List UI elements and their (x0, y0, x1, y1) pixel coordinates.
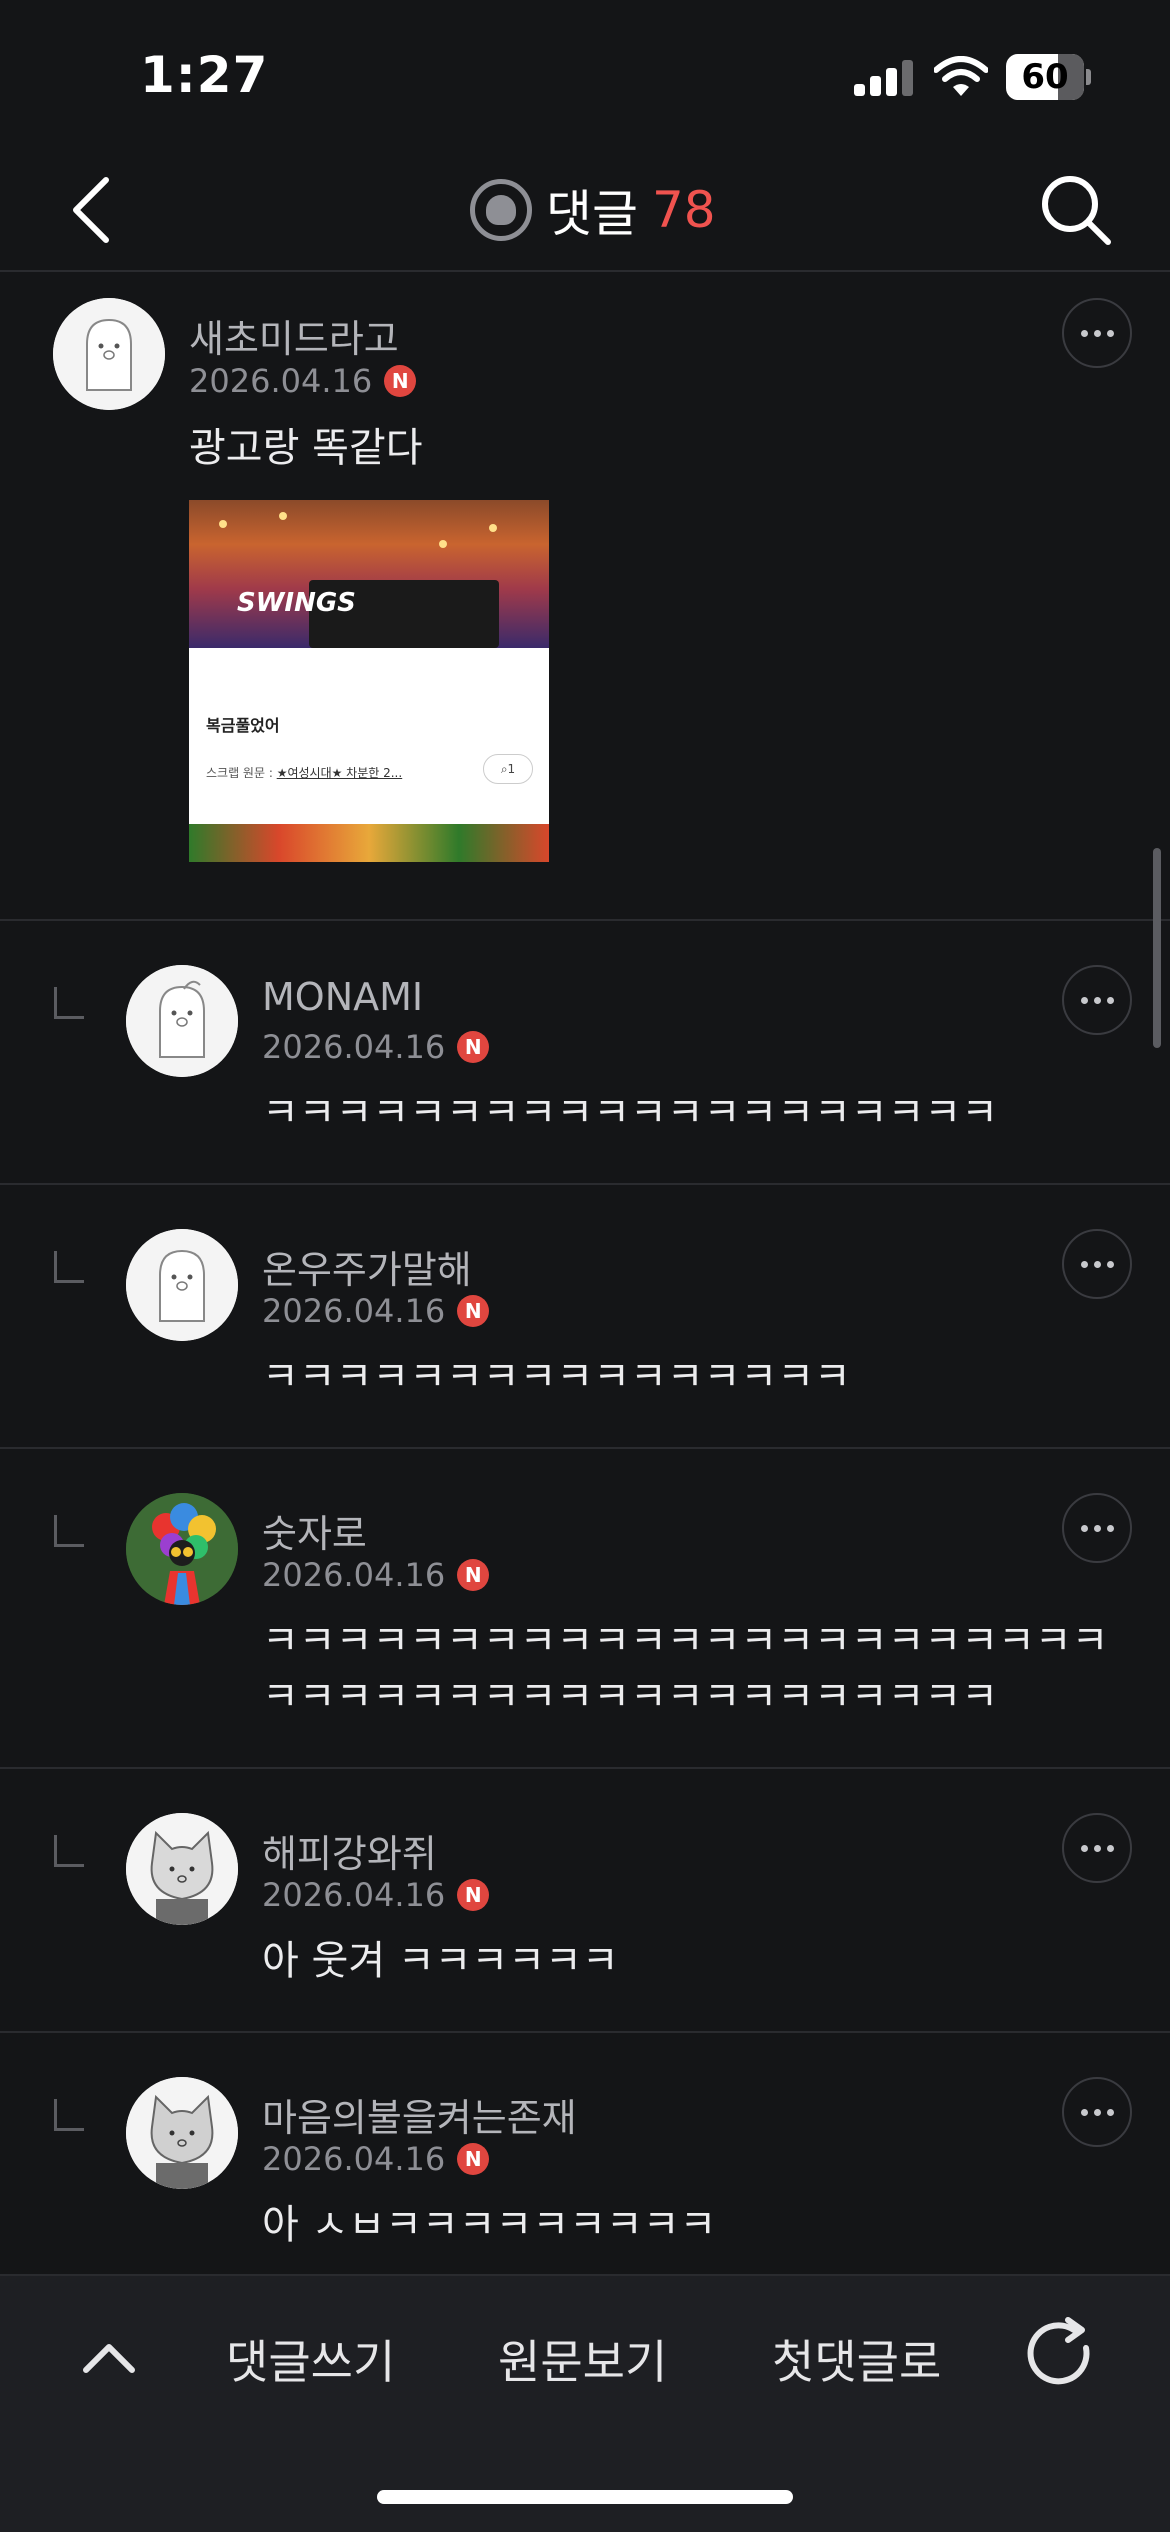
comment-date: 2026.04.16 (262, 2140, 446, 2178)
more-options-button[interactable] (1062, 2077, 1132, 2147)
avatar[interactable] (126, 1229, 238, 1341)
ghost-avatar-icon (126, 1229, 238, 1341)
status-time: 1:27 (140, 46, 269, 104)
view-original-button[interactable]: 원문보기 (498, 2326, 667, 2392)
comment-text: 광고랑 똑같다 (189, 425, 423, 471)
comment-date: 2026.04.16 (189, 362, 373, 400)
battery-icon: 60 (1006, 54, 1091, 100)
avatar[interactable] (126, 1813, 238, 1925)
comment-meta: 2026.04.16 N (189, 362, 417, 400)
reply-indent-icon (54, 1835, 84, 1867)
page-title: 댓글 (546, 185, 638, 243)
new-badge: N (457, 1879, 490, 1911)
reply-item: 해피강와쥐 2026.04.16 N 아 웃겨 ㅋㅋㅋㅋㅋㅋ (0, 1769, 1170, 2033)
comment-nickname[interactable]: 해피강와쥐 (262, 1823, 437, 1878)
home-indicator[interactable] (377, 2490, 793, 2504)
new-badge: N (384, 365, 417, 397)
comment-text: ㅋㅋㅋㅋㅋㅋㅋㅋㅋㅋㅋㅋㅋㅋㅋㅋㅋㅋㅋㅋ (262, 1090, 998, 1136)
reply-item: MONAMI 2026.04.16 N ㅋㅋㅋㅋㅋㅋㅋㅋㅋㅋㅋㅋㅋㅋㅋㅋㅋㅋㅋㅋ (0, 921, 1170, 1185)
attached-image[interactable]: SWINGS 복금풀었어 스크랩 원문 : ★여성시대★ 차분한 2... ⌕ 1 (189, 500, 549, 862)
reply-item: 숫자로 2026.04.16 N ㅋㅋㅋㅋㅋㅋㅋㅋㅋㅋㅋㅋㅋㅋㅋㅋㅋㅋㅋㅋㅋㅋㅋ… (0, 1449, 1170, 1769)
attachment-title: 복금풀었어 (206, 716, 280, 735)
reply-item: 마음의불을켜는존재 2026.04.16 N 아 ㅅㅂㅋㅋㅋㅋㅋㅋㅋㅋㅋ (0, 2033, 1170, 2274)
refresh-button[interactable] (1024, 2316, 1100, 2396)
cellular-signal-icon (854, 60, 914, 96)
ghost-avatar-icon (53, 298, 165, 410)
paperclip-icon: ⌕ (500, 761, 508, 776)
comment-text: 아 웃겨 ㅋㅋㅋㅋㅋㅋ (262, 1938, 619, 1984)
ghost-avatar-icon (126, 965, 238, 1077)
comment-text: ㅋㅋㅋㅋㅋㅋㅋㅋㅋㅋㅋㅋㅋㅋㅋㅋ (262, 1354, 851, 1400)
more-options-button[interactable] (1062, 1493, 1132, 1563)
cat-avatar-icon (126, 1813, 238, 1925)
first-comment-button[interactable]: 첫댓글로 (772, 2326, 941, 2392)
clip-count-badge: ⌕ 1 (483, 754, 533, 784)
avatar[interactable] (126, 965, 238, 1077)
status-bar: 1:27 60 (0, 0, 1170, 150)
scrap-link: ★여성시대★ 차분한 2... (276, 766, 403, 780)
new-badge: N (457, 1295, 490, 1327)
scrap-prefix: 스크랩 원문 : (206, 766, 277, 780)
comment-nickname[interactable]: 새초미드라고 (189, 308, 399, 363)
comment-count: 78 (652, 181, 716, 239)
comment-text: 아 ㅅㅂㅋㅋㅋㅋㅋㅋㅋㅋㅋ (262, 2202, 717, 2248)
new-badge: N (457, 2143, 490, 2175)
comment-text-line-2: ㅋㅋㅋㅋㅋㅋㅋㅋㅋㅋㅋㅋㅋㅋㅋㅋㅋㅋㅋㅋ (262, 1674, 998, 1720)
more-options-button[interactable] (1062, 965, 1132, 1035)
nav-header: 댓글 78 (0, 150, 1170, 272)
more-options-button[interactable] (1062, 298, 1132, 368)
scroll-top-button[interactable] (76, 2326, 142, 2392)
more-options-button[interactable] (1062, 1229, 1132, 1299)
wifi-icon (934, 56, 988, 96)
comment-meta: 2026.04.16 N (262, 2140, 490, 2178)
avatar[interactable] (126, 2077, 238, 2189)
colorful-figure-avatar-icon (126, 1493, 238, 1605)
write-comment-button[interactable]: 댓글쓰기 (226, 2326, 395, 2392)
comment-item: 새초미드라고 2026.04.16 N 광고랑 똑같다 SWINGS 복금풀었어… (0, 274, 1170, 921)
comment-nickname[interactable]: 숫자로 (262, 1503, 367, 1558)
comments-screen: 1:27 60 댓글 78 새초미드라고 2026.04.16 N 광고랑 똑같… (0, 0, 1170, 2532)
comment-text: ㅋㅋㅋㅋㅋㅋㅋㅋㅋㅋㅋㅋㅋㅋㅋㅋㅋㅋㅋㅋㅋㅋㅋ (262, 1618, 1109, 1664)
new-badge: N (457, 1559, 490, 1591)
cat-avatar-icon (126, 2077, 238, 2189)
comment-date: 2026.04.16 (262, 1876, 446, 1914)
comment-nickname[interactable]: MONAMI (262, 975, 423, 1019)
attachment-photo: SWINGS (189, 500, 549, 648)
avatar[interactable] (53, 298, 165, 410)
comment-meta: 2026.04.16 N (262, 1292, 490, 1330)
reply-indent-icon (54, 1515, 84, 1547)
comment-meta: 2026.04.16 N (262, 1028, 490, 1066)
reply-item: 온우주가말해 2026.04.16 N ㅋㅋㅋㅋㅋㅋㅋㅋㅋㅋㅋㅋㅋㅋㅋㅋ (0, 1185, 1170, 1449)
comment-nickname[interactable]: 온우주가말해 (262, 1239, 472, 1294)
more-options-button[interactable] (1062, 1813, 1132, 1883)
search-button[interactable] (1036, 170, 1116, 250)
attachment-scrap-source: 스크랩 원문 : ★여성시대★ 차분한 2... (206, 764, 402, 781)
comment-date: 2026.04.16 (262, 1028, 446, 1066)
scrollbar-thumb[interactable] (1153, 848, 1161, 1048)
comment-nickname[interactable]: 마음의불을켜는존재 (262, 2087, 577, 2142)
comment-meta: 2026.04.16 N (262, 1876, 490, 1914)
battery-level: 60 (1021, 57, 1069, 97)
new-badge: N (457, 1031, 490, 1063)
reply-indent-icon (54, 2099, 84, 2131)
avatar[interactable] (126, 1493, 238, 1605)
reply-indent-icon (54, 1251, 84, 1283)
back-button[interactable] (60, 170, 120, 250)
clip-count: 1 (507, 762, 516, 776)
attachment-bottom-strip (189, 824, 549, 862)
notification-bell-icon[interactable] (470, 179, 532, 241)
reply-indent-icon (54, 987, 84, 1019)
header-title-group: 댓글 78 (470, 172, 716, 248)
comment-date: 2026.04.16 (262, 1292, 446, 1330)
comment-date: 2026.04.16 (262, 1556, 446, 1594)
comment-meta: 2026.04.16 N (262, 1556, 490, 1594)
attachment-watermark: SWINGS (237, 588, 356, 618)
